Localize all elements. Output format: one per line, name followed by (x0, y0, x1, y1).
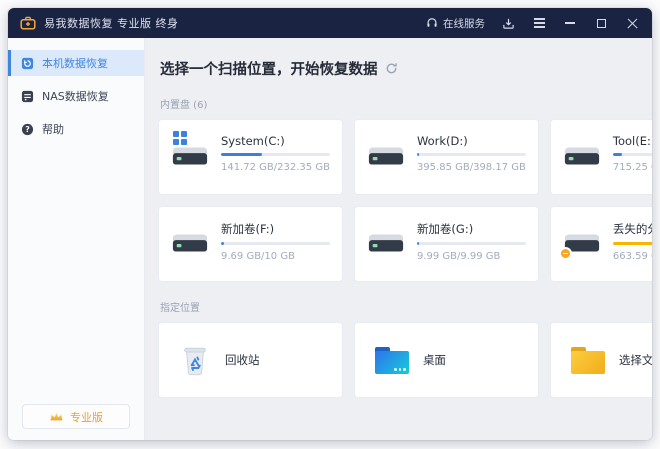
windows-logo-icon (173, 131, 187, 145)
lost-partition-badge-icon: − (559, 247, 572, 260)
drive-size: 9.99 GB/9.99 GB (417, 251, 526, 262)
drive-size: 141.72 GB/232.35 GB (221, 162, 330, 173)
drive-size: 663.59 GB (613, 251, 652, 262)
drive-name: Work(D:) (417, 134, 526, 148)
titlebar: 易我数据恢复 专业版 终身 在线服务 (8, 8, 652, 38)
hard-drive-icon (563, 145, 601, 167)
drive-size: 395.85 GB/398.17 GB (417, 162, 526, 173)
refresh-icon[interactable] (385, 62, 398, 75)
usage-bar (417, 242, 526, 245)
help-icon: ? (21, 123, 34, 136)
drive-card-tool-e[interactable]: Tool(E:) 715.25 GB/781.25 GB (550, 119, 652, 195)
usage-bar (221, 242, 330, 245)
drive-name: 新加卷(G:) (417, 221, 526, 237)
app-window: 易我数据恢复 专业版 终身 在线服务 (8, 8, 652, 440)
recycle-bin-icon (179, 344, 211, 376)
hard-drive-icon (367, 145, 405, 167)
sidebar-item-label: NAS数据恢复 (42, 88, 109, 104)
drive-name: System(C:) (221, 134, 330, 148)
specified-locations-label: 指定位置 (160, 299, 652, 314)
app-logo-toolbox-icon (20, 16, 36, 30)
online-service-button[interactable]: 在线服务 (426, 16, 485, 31)
page-title: 选择一个扫描位置，开始恢复数据 (160, 58, 652, 79)
drive-size: 715.25 GB/781.25 GB (613, 162, 652, 173)
choose-folder-card[interactable]: 选择文件夹 (550, 322, 652, 398)
drive-card-work-d[interactable]: Work(D:) 395.85 GB/398.17 GB (354, 119, 539, 195)
usage-bar (221, 153, 330, 156)
desktop-card[interactable]: 桌面 (354, 322, 539, 398)
pro-version-label: 专业版 (70, 409, 103, 425)
drive-name: Tool(E:) (613, 134, 652, 148)
svg-text:?: ? (25, 125, 30, 134)
usage-bar (613, 153, 652, 156)
maximize-button[interactable] (593, 15, 609, 31)
local-recovery-icon (21, 57, 34, 70)
sidebar-item-nas-recovery[interactable]: NAS数据恢复 (8, 83, 144, 109)
drives-grid: System(C:) 141.72 GB/232.35 GB (158, 119, 652, 282)
menu-button[interactable] (531, 15, 547, 31)
choose-folder-icon (571, 347, 605, 374)
drive-card-new-volume-f[interactable]: 新加卷(F:) 9.69 GB/10 GB (158, 206, 343, 282)
locations-grid: 回收站 桌面 选择文件夹 (158, 322, 652, 398)
usage-bar (613, 242, 652, 245)
drive-card-lost-partition-1[interactable]: − 丢失的分区 -1 ? 663.59 GB (550, 206, 652, 282)
online-service-label: 在线服务 (443, 16, 485, 31)
drive-name: 新加卷(F:) (221, 221, 330, 237)
sidebar-item-label: 本机数据恢复 (42, 55, 108, 71)
sidebar-item-help[interactable]: ? 帮助 (8, 116, 144, 142)
headset-icon (426, 17, 438, 29)
internal-drives-label: 内置盘 (6) (160, 96, 652, 111)
drive-card-system-c[interactable]: System(C:) 141.72 GB/232.35 GB (158, 119, 343, 195)
sidebar-item-label: 帮助 (42, 121, 64, 137)
recycle-bin-card[interactable]: 回收站 (158, 322, 343, 398)
drive-size: 9.69 GB/10 GB (221, 251, 330, 262)
desktop-folder-icon (375, 347, 409, 374)
crown-icon (49, 411, 64, 423)
minimize-button[interactable] (562, 15, 578, 31)
location-label: 回收站 (225, 352, 260, 368)
location-label: 选择文件夹 (619, 352, 652, 368)
pro-version-button[interactable]: 专业版 (22, 404, 130, 429)
drive-card-new-volume-g[interactable]: 新加卷(G:) 9.99 GB/9.99 GB (354, 206, 539, 282)
close-button[interactable] (624, 15, 640, 31)
nas-icon (21, 90, 34, 103)
hard-drive-icon (171, 145, 209, 167)
drive-name: 丢失的分区 -1 ? (613, 221, 652, 237)
usage-bar (417, 153, 526, 156)
sidebar-item-local-recovery[interactable]: 本机数据恢复 (8, 50, 144, 76)
sidebar: 本机数据恢复 NAS数据恢复 ? 帮助 (8, 38, 145, 440)
window-title: 易我数据恢复 专业版 终身 (44, 15, 179, 31)
activate-download-icon[interactable] (500, 15, 516, 31)
main-panel: 选择一个扫描位置，开始恢复数据 内置盘 (6) (145, 38, 652, 440)
hard-drive-icon (171, 232, 209, 254)
hard-drive-icon (367, 232, 405, 254)
location-label: 桌面 (423, 352, 446, 368)
